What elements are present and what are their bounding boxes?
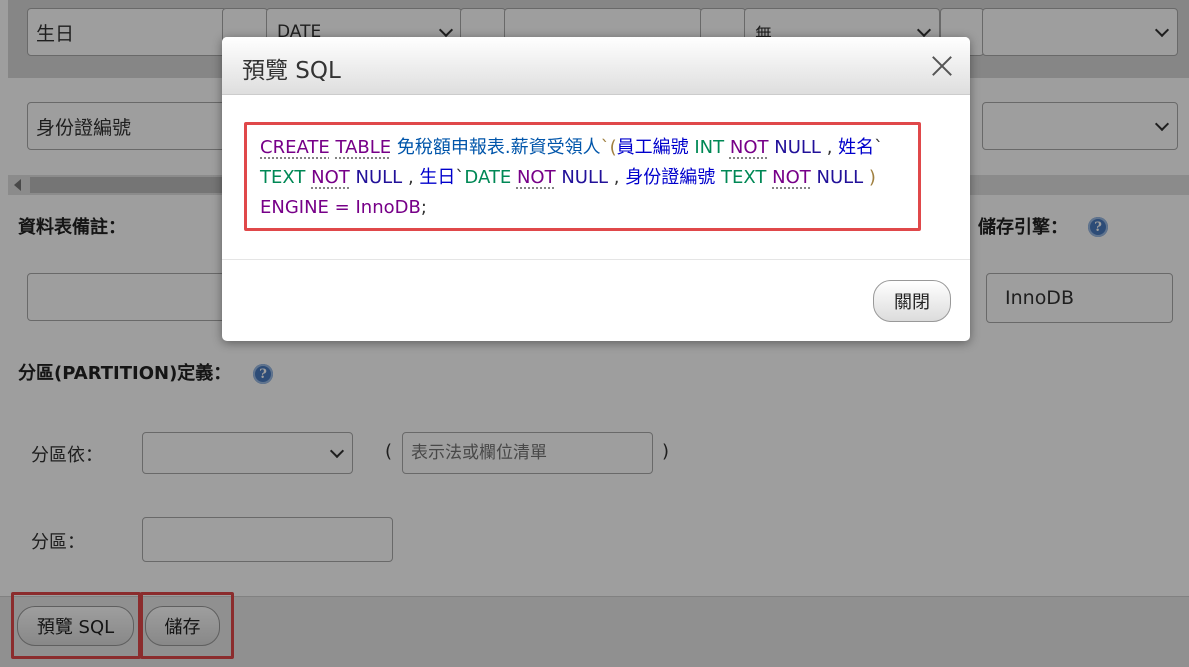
dialog-header: 預覽 SQL xyxy=(222,37,970,95)
close-icon[interactable] xyxy=(929,53,955,79)
dialog-title: 預覽 SQL xyxy=(242,58,341,84)
dialog-footer: 關閉 xyxy=(222,259,970,341)
preview-sql-dialog: 預覽 SQL CREATE TABLE 免稅額申報表.薪資受領人`(員工編號 I… xyxy=(222,37,970,341)
sql-highlight xyxy=(244,122,921,231)
close-dialog-button[interactable]: 關閉 xyxy=(873,280,951,322)
